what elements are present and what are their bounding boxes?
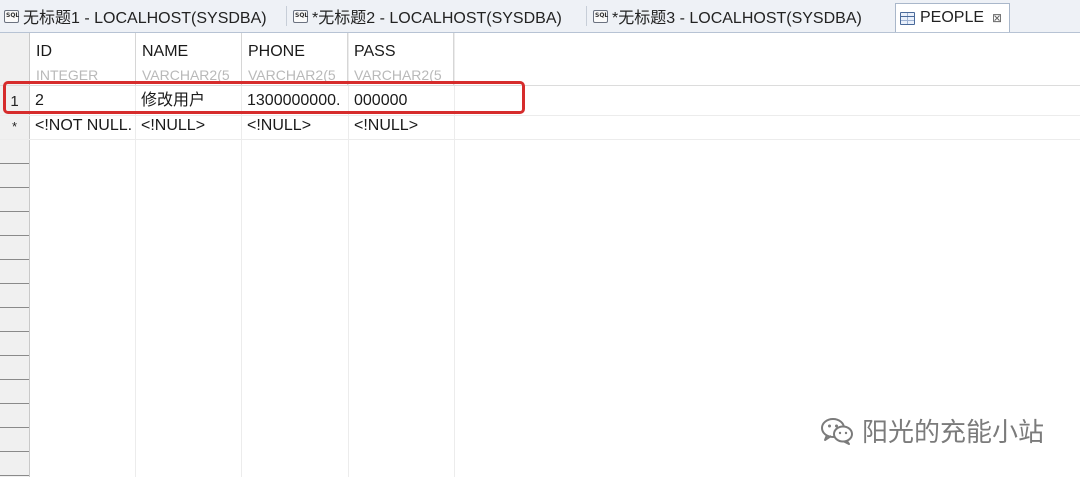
cell-pass[interactable]: 000000 — [349, 89, 455, 113]
column-header-pass[interactable]: PASS VARCHAR2(5 — [348, 33, 454, 85]
column-name: NAME — [142, 43, 189, 60]
grid-hline — [0, 139, 1080, 140]
cell-name[interactable]: <!NULL> — [136, 114, 242, 138]
tab-label: PEOPLE — [920, 9, 985, 26]
column-header-id[interactable]: ID INTEGER — [30, 33, 136, 85]
table-row-new[interactable]: * <!NOT NULL. <!NULL> <!NULL> <!NULL> — [0, 114, 1080, 138]
row-divider — [0, 427, 29, 428]
close-icon[interactable]: ⊠ — [992, 11, 1002, 25]
column-type: VARCHAR2(5 — [142, 67, 230, 83]
cell-phone[interactable]: 1300000000. — [242, 89, 349, 113]
sql-file-icon — [593, 9, 608, 23]
column-header-row: ID INTEGER NAME VARCHAR2(5 PHONE VARCHAR… — [30, 33, 454, 85]
row-divider — [0, 355, 29, 356]
cell-pass[interactable]: <!NULL> — [349, 114, 455, 138]
tab-untitled-1[interactable]: 无标题1 - LOCALHOST(SYSDBA) — [0, 2, 287, 30]
column-header-phone[interactable]: PHONE VARCHAR2(5 — [242, 33, 348, 85]
tab-untitled-3[interactable]: *无标题3 - LOCALHOST(SYSDBA) — [589, 2, 892, 30]
tab-label: *无标题2 - LOCALHOST(SYSDBA) — [312, 10, 562, 27]
cell-id[interactable]: <!NOT NULL. — [30, 114, 136, 138]
tab-label: 无标题1 - LOCALHOST(SYSDBA) — [23, 10, 267, 27]
watermark-text: 阳光的充能小站 — [861, 418, 1044, 448]
result-grid: ID INTEGER NAME VARCHAR2(5 PHONE VARCHAR… — [0, 33, 1080, 477]
tab-untitled-2[interactable]: *无标题2 - LOCALHOST(SYSDBA) — [289, 2, 587, 30]
table-row[interactable]: 1 2 修改用户 1300000000. 000000 — [0, 89, 1080, 113]
row-divider — [0, 331, 29, 332]
tab-people[interactable]: PEOPLE ⊠ — [895, 3, 1010, 32]
row-divider — [0, 283, 29, 284]
wechat-icon — [820, 417, 853, 445]
tab-label: *无标题3 - LOCALHOST(SYSDBA) — [612, 10, 862, 27]
row-number[interactable]: 1 — [0, 89, 29, 113]
column-name: PHONE — [248, 43, 305, 60]
row-divider — [0, 403, 29, 404]
column-name: PASS — [354, 43, 396, 60]
table-icon — [900, 11, 915, 25]
grid-hline — [0, 85, 1080, 86]
cell-phone[interactable]: <!NULL> — [242, 114, 349, 138]
editor-tab-bar: 无标题1 - LOCALHOST(SYSDBA) *无标题2 - LOCALHO… — [0, 0, 1080, 33]
row-divider — [0, 211, 29, 212]
column-type: INTEGER — [36, 67, 99, 83]
row-number[interactable]: * — [0, 114, 29, 138]
row-divider — [0, 451, 29, 452]
row-divider — [0, 259, 29, 260]
row-divider — [0, 187, 29, 188]
row-divider — [0, 235, 29, 236]
cell-name[interactable]: 修改用户 — [136, 89, 242, 113]
sql-file-icon — [293, 9, 308, 23]
column-header-name[interactable]: NAME VARCHAR2(5 — [136, 33, 242, 85]
column-type: VARCHAR2(5 — [248, 67, 336, 83]
tab-divider — [286, 6, 287, 26]
row-divider — [0, 307, 29, 308]
cell-id[interactable]: 2 — [30, 89, 136, 113]
column-name: ID — [36, 43, 52, 60]
row-divider — [0, 163, 29, 164]
row-divider — [0, 379, 29, 380]
tab-divider — [586, 6, 587, 26]
column-type: VARCHAR2(5 — [354, 67, 442, 83]
watermark: 阳光的充能小站 — [820, 412, 1044, 449]
row-divider — [0, 475, 29, 476]
sql-file-icon — [4, 9, 19, 23]
